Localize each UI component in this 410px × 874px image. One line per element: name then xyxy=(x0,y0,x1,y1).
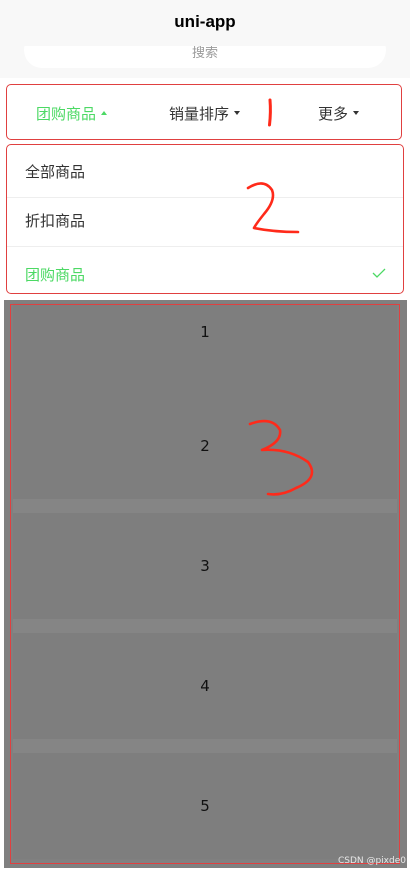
option-label: 全部商品 xyxy=(25,162,86,181)
page-title: uni-app xyxy=(174,12,236,31)
check-icon xyxy=(372,268,386,278)
annotation-number-2 xyxy=(246,182,300,234)
list-item[interactable]: 3 xyxy=(13,513,397,619)
caret-down-icon xyxy=(234,111,241,115)
search-placeholder: 搜索 xyxy=(191,46,218,61)
list-gap xyxy=(13,499,397,513)
list-gap xyxy=(13,619,397,633)
tab-label: 更多 xyxy=(318,104,349,123)
option-label: 团购商品 xyxy=(25,266,86,284)
list-item[interactable]: 5 xyxy=(13,753,397,859)
overlay-mask[interactable]: 1 2 3 4 5 xyxy=(4,300,407,868)
tab-label: 团购商品 xyxy=(36,104,97,123)
list-item-label: 1 xyxy=(200,323,210,341)
tab-group-buy[interactable]: 团购商品 xyxy=(36,85,108,141)
tab-sales-sort[interactable]: 销量排序 xyxy=(169,85,241,141)
filter-bar: 团购商品 销量排序 更多 xyxy=(6,84,402,140)
list-item-label: 4 xyxy=(200,677,210,695)
search-area: 搜索 xyxy=(0,46,410,78)
page: uni-app 搜索 团购商品 销量排序 更多 全部商品 折扣商品 团购商品 1… xyxy=(0,0,410,874)
option-all-products[interactable]: 全部商品 xyxy=(7,145,403,198)
annotation-number-3 xyxy=(248,419,314,496)
caret-up-icon xyxy=(101,111,108,115)
caret-down-icon xyxy=(353,111,360,115)
option-discount-products[interactable]: 折扣商品 xyxy=(7,194,403,247)
search-input[interactable]: 搜索 xyxy=(24,46,386,68)
list-item-label: 2 xyxy=(200,437,210,455)
list-item-label: 5 xyxy=(200,797,210,815)
option-group-buy-products[interactable]: 团购商品 xyxy=(7,248,403,293)
list-item-label: 3 xyxy=(200,557,210,575)
annotation-number-1 xyxy=(268,98,272,127)
tab-more[interactable]: 更多 xyxy=(318,85,360,141)
navigation-bar: uni-app xyxy=(0,0,410,46)
dropdown-menu: 全部商品 折扣商品 团购商品 xyxy=(6,144,404,294)
watermark: CSDN @pixde0 xyxy=(337,856,406,866)
list-gap xyxy=(13,739,397,753)
list-item[interactable]: 4 xyxy=(13,633,397,739)
tab-label: 销量排序 xyxy=(169,104,230,123)
option-label: 折扣商品 xyxy=(25,211,86,230)
list-item[interactable]: 2 xyxy=(13,393,397,499)
